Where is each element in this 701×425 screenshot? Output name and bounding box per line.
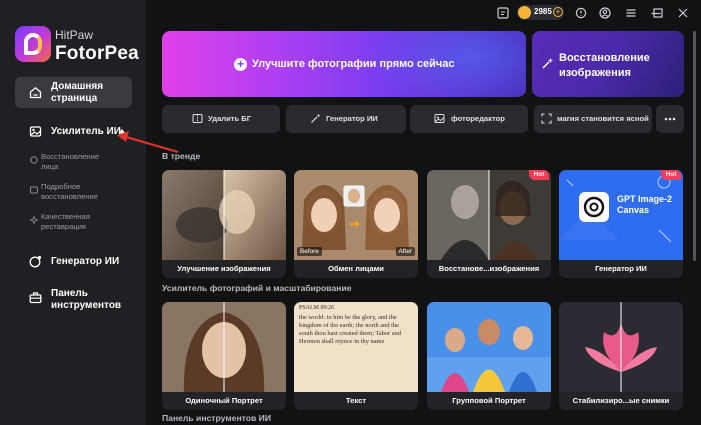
coin-icon xyxy=(518,6,531,19)
image-restore-label: Восстановление изображения xyxy=(559,52,650,79)
sidebar-subitem-label: Подробное xyxy=(41,182,81,191)
plus-icon: + xyxy=(234,58,247,71)
card-label: Восстанове...изображения xyxy=(427,260,551,278)
card-label: Одиночный Портрет xyxy=(162,392,286,410)
card-thumbnail: PSALM 89:26 the world: to him be the glo… xyxy=(294,302,418,392)
sidebar-home-label-1: Домашняя xyxy=(51,81,104,92)
magic-clear-label: магия становится ясной xyxy=(557,114,649,123)
sidebar-subitem-quality-restore[interactable]: Качественная реставрация xyxy=(0,212,146,236)
sidebar-subitem-label: лица xyxy=(41,162,59,171)
more-tools-button[interactable] xyxy=(656,105,684,133)
sidebar-ai-enhancer-label: Усилитель ИИ xyxy=(51,126,121,137)
psalm-text: the world: to him be the glory, and the … xyxy=(299,314,402,345)
face-icon xyxy=(30,156,38,164)
ai-generator-icon xyxy=(29,255,42,268)
sidebar-subitem-face-restore[interactable]: Восстановление лица xyxy=(0,152,146,176)
sidebar-ai-generator-label: Генератор ИИ xyxy=(51,256,120,267)
sidebar-item-ai-generator[interactable]: Генератор ИИ xyxy=(15,253,132,271)
app-logo xyxy=(15,26,51,62)
scrollbar[interactable] xyxy=(693,31,696,261)
photo-edit-icon xyxy=(434,114,445,123)
toolbox-icon xyxy=(29,292,42,304)
account-icon[interactable] xyxy=(599,6,611,20)
remove-background-label: Удалить БГ xyxy=(208,114,252,123)
sidebar-subitem-label: Восстановление xyxy=(41,152,100,161)
before-tag: Before xyxy=(297,247,322,256)
settings-icon[interactable] xyxy=(575,6,587,20)
gpt-image-canvas-promo: GPT Image-2 Canvas xyxy=(617,194,673,215)
card-text[interactable]: PSALM 89:26 the world: to him be the glo… xyxy=(294,302,418,410)
sidebar-home-label-2: страница xyxy=(51,93,98,104)
image-enhance-icon xyxy=(29,126,42,137)
image-restore-banner[interactable]: Восстановление изображения xyxy=(532,31,684,97)
section-title-enhance: Усилитель фотографий и масштабирование xyxy=(162,283,352,293)
card-label: Обмен лицами xyxy=(294,260,418,278)
card-label: Генератор ИИ xyxy=(559,260,683,278)
enhance-now-banner[interactable]: + Улучшите фотографии прямо сейчас xyxy=(162,31,526,97)
section-title-trending: В тренде xyxy=(162,151,201,161)
after-tag: After xyxy=(395,247,415,256)
card-thumbnail xyxy=(162,170,286,260)
card-thumbnail xyxy=(559,302,683,392)
home-icon xyxy=(29,86,42,99)
sidebar-subitem-label: восстановление xyxy=(41,192,98,201)
card-stabilize[interactable]: Стабилизиро...ые снимки xyxy=(559,302,683,410)
card-single-portrait[interactable]: Одиночный Портрет xyxy=(162,302,286,410)
psalm-heading: PSALM 89:26 xyxy=(299,305,335,311)
add-coins-button[interactable]: + xyxy=(553,7,563,17)
hot-badge: Hot xyxy=(661,170,681,180)
ai-generator-label: Генератор ИИ xyxy=(326,114,378,123)
ai-generator-button[interactable]: Генератор ИИ xyxy=(286,105,406,133)
card-group-portrait[interactable]: Групповой Портрет xyxy=(427,302,551,410)
sidebar-item-home[interactable]: Домашняя страница xyxy=(15,77,132,108)
sidebar-item-ai-enhancer[interactable]: Усилитель ИИ xyxy=(15,122,132,140)
photo-editor-label: фоторедактор xyxy=(451,114,505,123)
window-restore-icon[interactable] xyxy=(652,6,664,20)
sidebar-toolbar-label-1: Панель xyxy=(51,288,88,299)
card-ai-generator[interactable]: GPT Image-2 Canvas Hot Генератор ИИ xyxy=(559,170,683,278)
card-label: Стабилизиро...ые снимки xyxy=(559,392,683,410)
close-icon[interactable] xyxy=(677,6,689,20)
card-label: Улучшение изображения xyxy=(162,260,286,278)
sidebar-item-toolbar[interactable]: Панель инструментов xyxy=(15,287,132,313)
sidebar-subitem-detail-restore[interactable]: Подробное восстановление xyxy=(0,182,146,206)
section-title-toolpanel: Панель инструментов ИИ xyxy=(162,413,272,423)
frame-icon xyxy=(541,113,552,124)
card-face-swap[interactable]: Before After Обмен лицами xyxy=(294,170,418,278)
card-thumbnail xyxy=(427,302,551,392)
photo-editor-button[interactable]: фоторедактор xyxy=(410,105,528,133)
card-image-restoration[interactable]: Hot Восстанове...изображения xyxy=(427,170,551,278)
sparkle-icon xyxy=(30,216,38,224)
coin-balance-value: 2985 xyxy=(534,7,552,16)
sidebar-subitem-label: реставрация xyxy=(41,222,87,231)
magic-wand-icon xyxy=(311,113,321,123)
card-label: Групповой Портрет xyxy=(427,392,551,410)
photo-icon xyxy=(30,186,38,194)
sidebar-subitem-label: Качественная xyxy=(41,212,90,221)
brand-company: HitPaw xyxy=(55,28,94,42)
sidebar-toolbar-label-2: инструментов xyxy=(51,300,122,311)
magic-wand-icon xyxy=(542,58,553,69)
card-thumbnail xyxy=(162,302,286,392)
remove-background-button[interactable]: Удалить БГ xyxy=(162,105,280,133)
enhance-now-label: Улучшите фотографии прямо сейчас xyxy=(252,58,455,70)
magic-clear-button[interactable]: магия становится ясной xyxy=(534,105,652,133)
more-icon xyxy=(664,117,676,121)
menu-icon[interactable] xyxy=(625,6,637,20)
brand-name: FotorPea xyxy=(55,43,139,64)
hot-badge: Hot xyxy=(529,170,549,180)
notification-icon[interactable] xyxy=(497,6,509,20)
logo-mark-icon xyxy=(24,33,42,55)
remove-bg-icon xyxy=(192,114,203,123)
card-thumbnail xyxy=(427,170,551,260)
sidebar: HitPaw FotorPea Домашняя страница Усилит… xyxy=(0,0,146,425)
chevron-up-icon xyxy=(118,129,126,134)
card-image-enhance[interactable]: Улучшение изображения xyxy=(162,170,286,278)
card-label: Текст xyxy=(294,392,418,410)
